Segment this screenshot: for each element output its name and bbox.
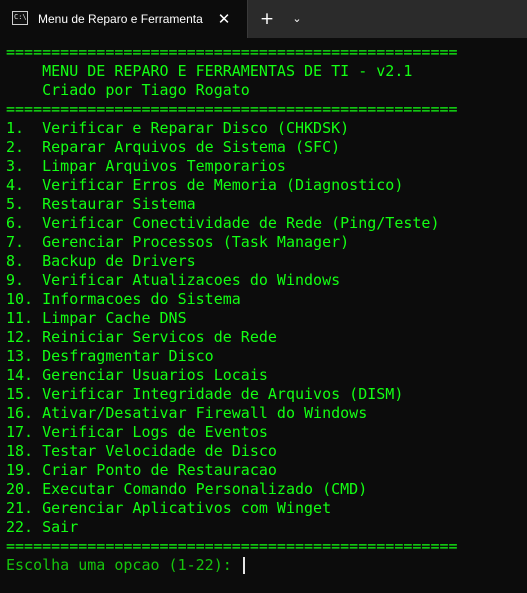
- close-icon[interactable]: ✕: [214, 9, 234, 29]
- menu-item: 5. Restaurar Sistema: [6, 195, 196, 213]
- menu-item: 21. Gerenciar Aplicativos com Winget: [6, 499, 332, 517]
- prompt-text: Escolha uma opcao (1-22):: [6, 556, 241, 574]
- new-tab-button[interactable]: +: [257, 9, 277, 29]
- menu-item: 19. Criar Ponto de Restauracao: [6, 461, 277, 479]
- menu-item: 13. Desfragmentar Disco: [6, 347, 214, 365]
- menu-item: 8. Backup de Drivers: [6, 252, 196, 270]
- menu-item: 1. Verificar e Reparar Disco (CHKDSK): [6, 119, 350, 137]
- separator-bottom: ========================================…: [6, 537, 458, 555]
- menu-item: 2. Reparar Arquivos de Sistema (SFC): [6, 138, 341, 156]
- prompt-line[interactable]: Escolha uma opcao (1-22):: [6, 556, 245, 575]
- menu-item: 6. Verificar Conectividade de Rede (Ping…: [6, 214, 440, 232]
- terminal-output[interactable]: ========================================…: [0, 38, 527, 593]
- menu-item: 17. Verificar Logs de Eventos: [6, 423, 268, 441]
- menu-item: 15. Verificar Integridade de Arquivos (D…: [6, 385, 404, 403]
- menu-item: 18. Testar Velocidade de Disco: [6, 442, 277, 460]
- menu-item: 12. Reiniciar Servicos de Rede: [6, 328, 277, 346]
- menu-item: 9. Verificar Atualizacoes do Windows: [6, 271, 341, 289]
- menu-item: 11. Limpar Cache DNS: [6, 309, 187, 327]
- menu-item: 16. Ativar/Desativar Firewall do Windows: [6, 404, 368, 422]
- separator-header: ========================================…: [6, 100, 458, 118]
- menu-item: 20. Executar Comando Personalizado (CMD): [6, 480, 368, 498]
- tab-active[interactable]: C:\ Menu de Reparo e Ferramenta ✕: [0, 0, 248, 38]
- menu-item: 10. Informacoes do Sistema: [6, 290, 241, 308]
- menu-item: 22. Sair: [6, 518, 79, 536]
- header-title: MENU DE REPARO E FERRAMENTAS DE TI - v2.…: [6, 62, 413, 80]
- menu-item: 3. Limpar Arquivos Temporarios: [6, 157, 286, 175]
- text-cursor: [242, 557, 245, 574]
- menu-item: 4. Verificar Erros de Memoria (Diagnosti…: [6, 176, 404, 194]
- tab-title: Menu de Reparo e Ferramenta: [38, 12, 203, 26]
- chevron-down-icon[interactable]: ⌄: [287, 9, 307, 29]
- menu-item: 7. Gerenciar Processos (Task Manager): [6, 233, 350, 251]
- terminal-icon: C:\: [12, 11, 28, 25]
- separator-top: ========================================…: [6, 43, 458, 61]
- header-author: Criado por Tiago Rogato: [6, 81, 250, 99]
- title-bar: C:\ Menu de Reparo e Ferramenta ✕ + ⌄: [0, 0, 527, 38]
- menu-item: 14. Gerenciar Usuarios Locais: [6, 366, 268, 384]
